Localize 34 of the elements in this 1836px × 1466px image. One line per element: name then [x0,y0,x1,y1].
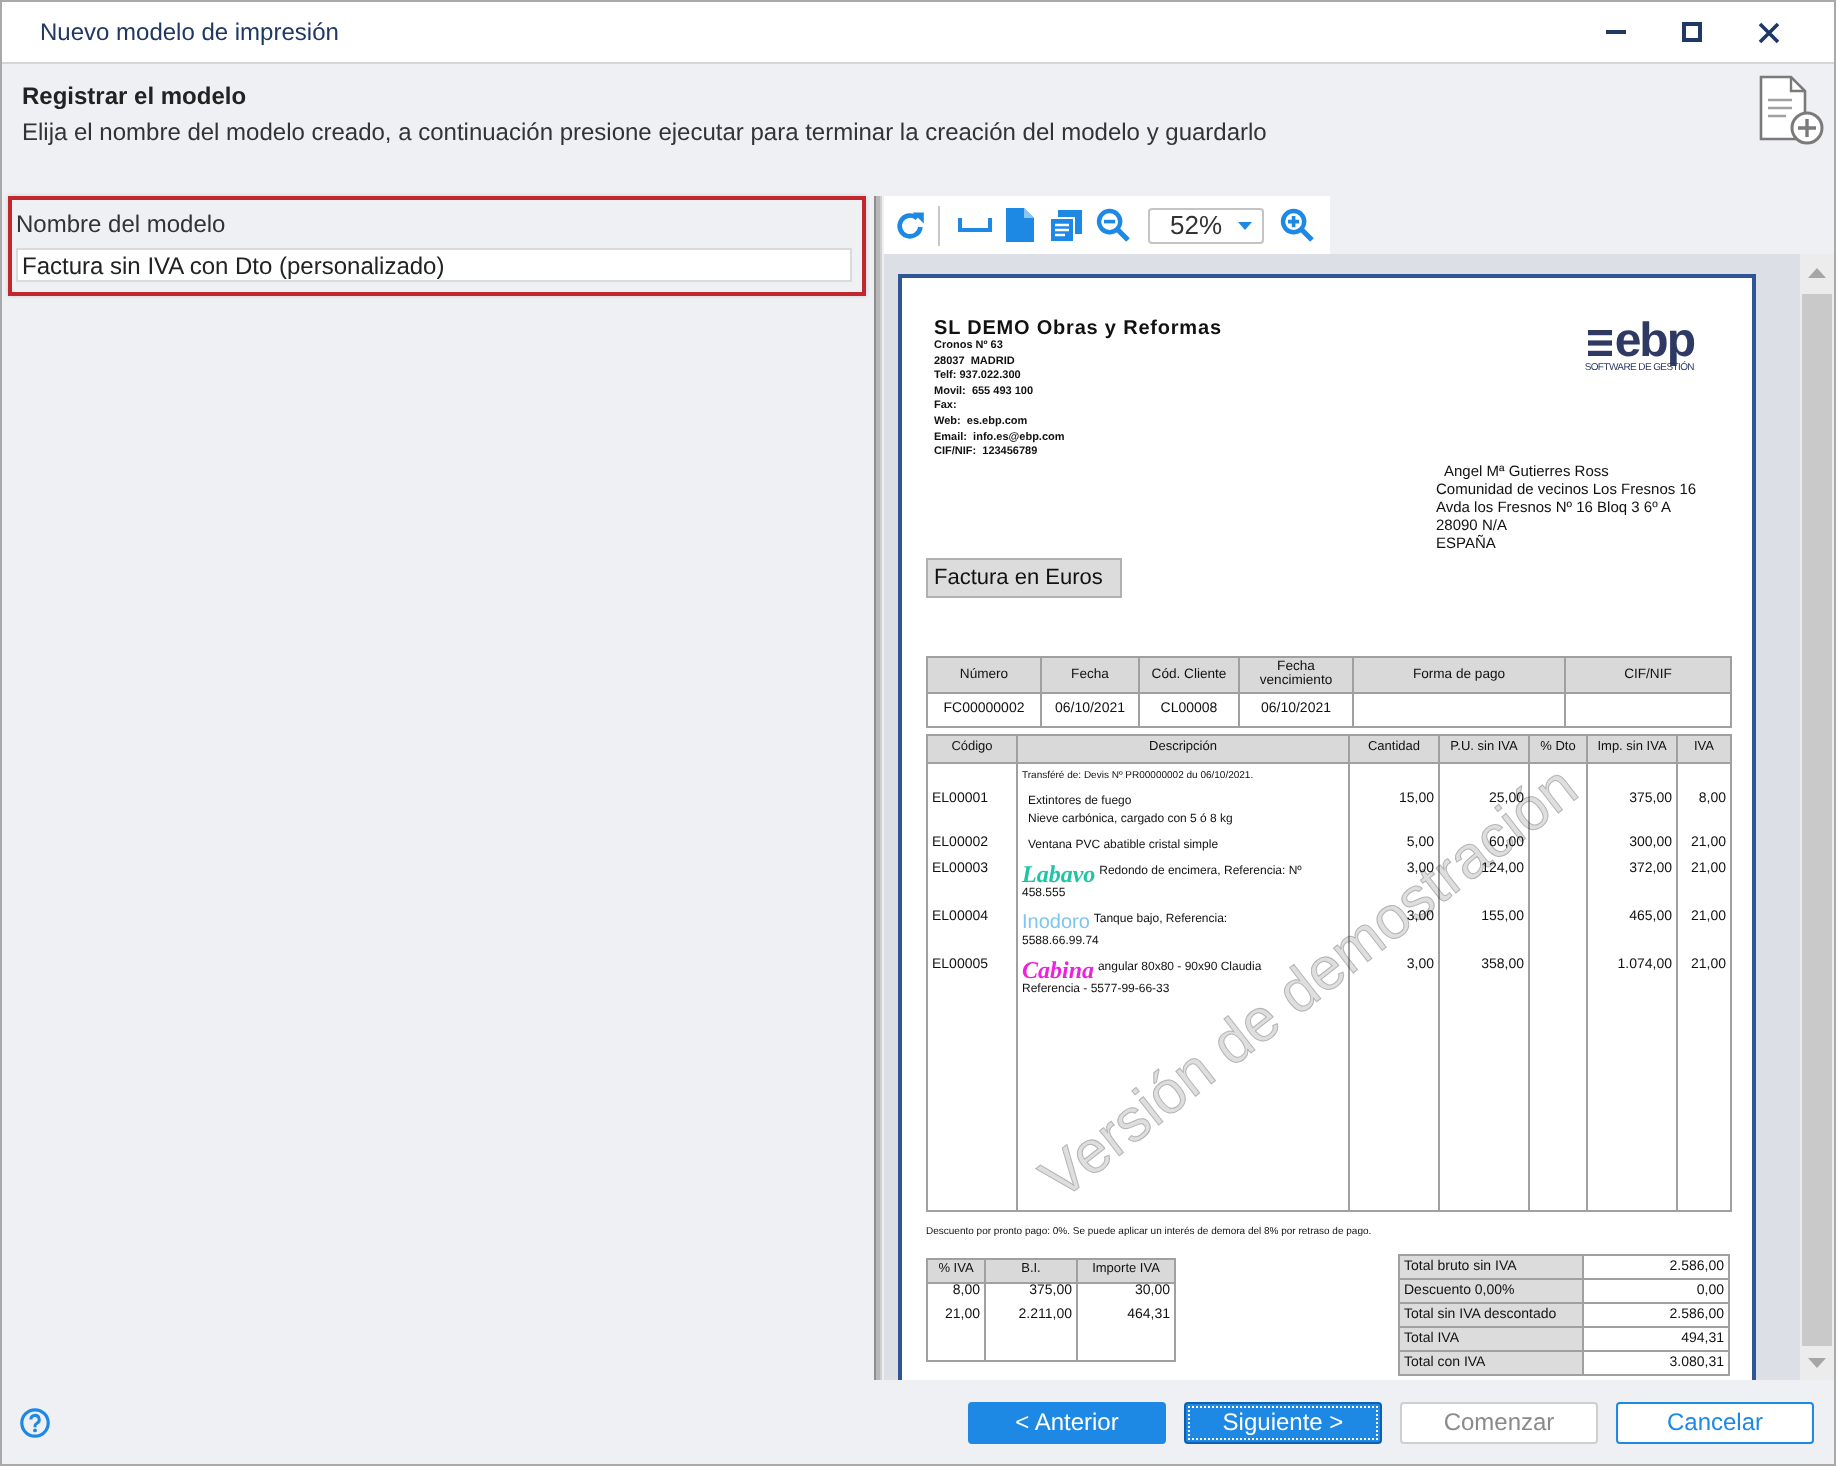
model-name-input[interactable]: Factura sin IVA con Dto (personalizado) [16,248,852,282]
step-description: Elija el nombre del modelo creado, a continuación presione ejecutar para terminar la creación del modelo y guardarlo [22,118,1267,148]
splitter-bar[interactable] [874,196,882,1380]
page-icon [1006,208,1034,242]
pages-icon [1050,209,1082,241]
back-button[interactable]: < Anterior [968,1401,1166,1443]
next-button[interactable]: Siguiente > [1184,1401,1382,1443]
scroll-up-icon[interactable] [1808,268,1826,278]
minimize-icon [1606,30,1626,34]
zoom-select[interactable]: 52% [1148,207,1264,243]
zoom-out-icon [1095,208,1129,242]
brand-label: Cabina [1022,955,1095,984]
refresh-icon [894,209,926,241]
close-icon [1757,21,1779,43]
company-name: SL DEMO Obras y Reformas [934,318,1222,340]
help-button[interactable] [20,1407,50,1437]
maximize-icon [1682,22,1702,42]
help-icon [20,1407,50,1437]
brand-label: Inodoro [1022,911,1090,934]
brand-label: Labavo [1022,859,1096,888]
logo-text: ebp [1614,320,1694,362]
field-label: Nombre del modelo [16,210,226,240]
scroll-down-icon[interactable] [1808,1358,1826,1368]
window-title: Nuevo modelo de impresión [40,18,339,46]
page-width-icon [957,218,991,232]
invoice-title: Factura en Euros [926,557,1122,598]
scrollbar-track[interactable] [1800,254,1834,1380]
document-add-icon [1758,74,1824,146]
step-title: Registrar el modelo [22,82,247,112]
scroll-thumb[interactable] [1802,294,1832,1346]
caret-icon [1238,221,1252,229]
cancel-button[interactable]: Cancelar [1616,1401,1814,1443]
logo-bars-icon [1588,330,1613,356]
zoom-in-icon [1279,208,1313,242]
